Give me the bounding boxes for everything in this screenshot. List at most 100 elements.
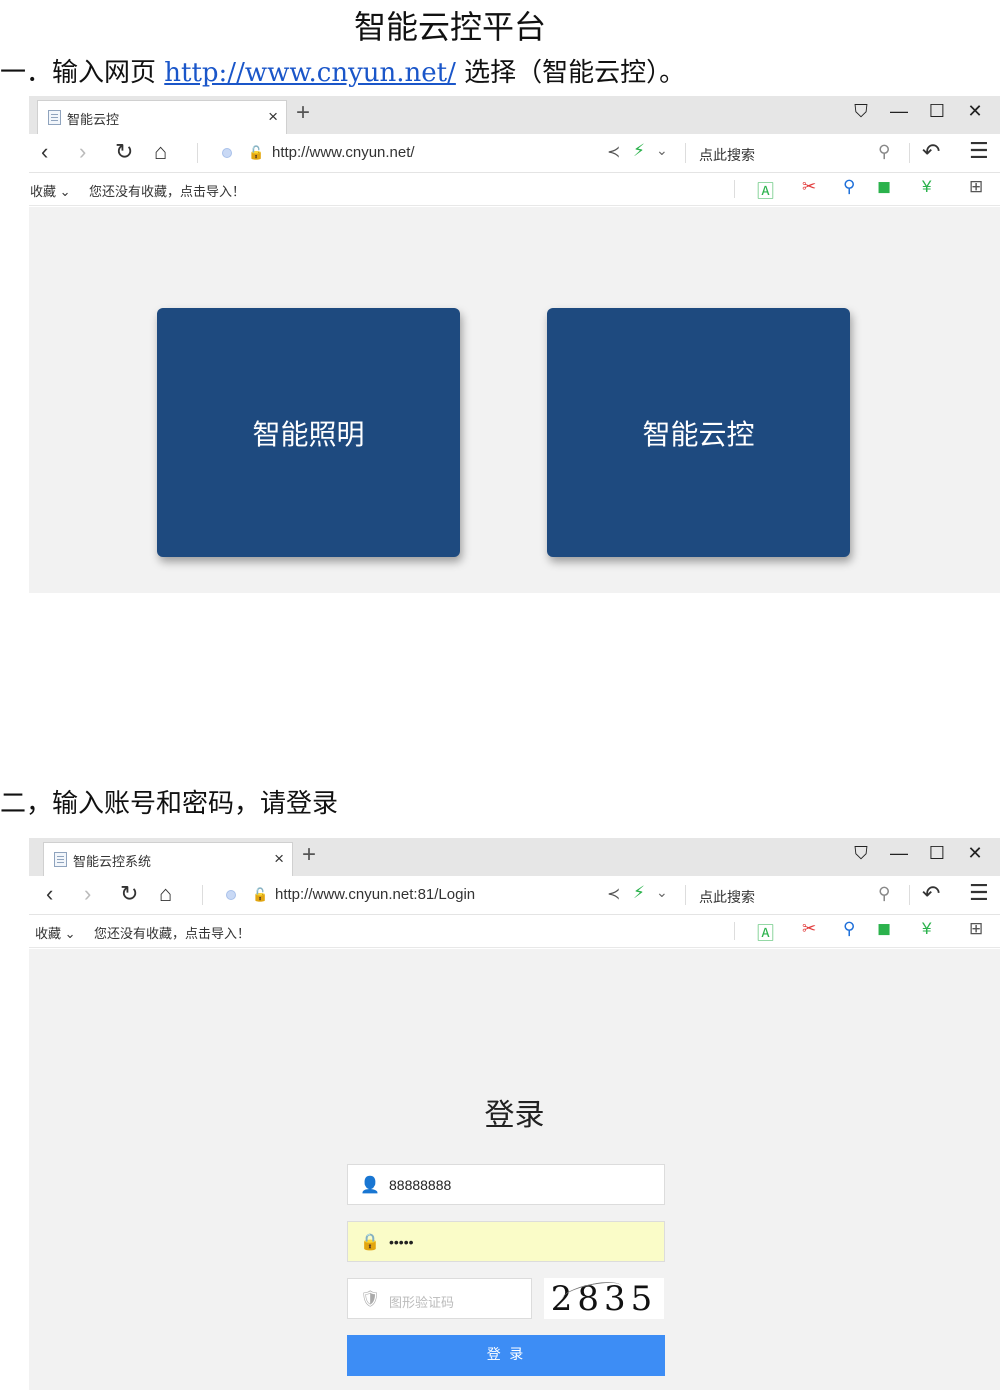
bookmarks-bar: 收藏 ⌄ 您还没有收藏，点击导入！ 🄰 ✂ ⚲ ◼ ¥ ⊞	[29, 915, 1000, 948]
password-field[interactable]: 🔒 •••••	[347, 1221, 665, 1262]
game-controller-icon[interactable]: ◼	[877, 919, 891, 939]
security-dot-icon	[226, 890, 236, 900]
page-icon	[54, 852, 67, 867]
step-one-prefix: 一．输入网页	[0, 58, 165, 88]
window-controls: ⛉ — ☐ ✕	[842, 843, 994, 864]
divider	[197, 143, 198, 163]
skin-icon[interactable]: ⛉	[842, 843, 880, 864]
navigation-bar: ‹ › ↻ ⌂ 🔓 http://www.cnyun.net:81/Login …	[29, 876, 1000, 915]
forward-icon[interactable]: ›	[79, 139, 86, 165]
captcha-input[interactable]: 🛡 图形验证码	[347, 1278, 532, 1319]
apps-grid-icon[interactable]: ⊞	[969, 919, 983, 939]
login-button[interactable]: 登 录	[347, 1335, 665, 1376]
share-icon[interactable]: ≺	[607, 884, 620, 904]
close-window-icon[interactable]: ✕	[956, 843, 994, 864]
browser-window-1: 智能云控 × + ⛉ — ☐ ✕ ‹ › ↻ ⌂ 🔓 http://www.cnyun…	[29, 96, 1000, 593]
menu-icon[interactable]: ☰	[969, 880, 989, 906]
step-one-instruction: 一．输入网页 http://www.cnyun.net/ 选择（智能云控）。	[0, 52, 685, 89]
refresh-icon[interactable]: ↻	[120, 881, 138, 907]
search-icon[interactable]: ⚲	[878, 884, 890, 904]
maximize-icon[interactable]: ☐	[918, 101, 956, 122]
search-icon[interactable]: ⚲	[878, 142, 890, 162]
undo-icon[interactable]: ↶	[922, 139, 940, 165]
minimize-icon[interactable]: —	[880, 843, 918, 864]
captcha-placeholder: 图形验证码	[389, 1295, 455, 1310]
chevron-down-icon[interactable]: ⌄	[656, 884, 668, 901]
tab-title: 智能云控	[67, 112, 120, 127]
close-tab-icon[interactable]: ×	[274, 849, 284, 869]
refresh-icon[interactable]: ↻	[115, 139, 133, 165]
tab-title: 智能云控系统	[73, 854, 152, 869]
divider	[202, 885, 203, 905]
title-bar: 智能云控 × + ⛉ — ☐ ✕	[29, 96, 1000, 134]
bookmarks-menu[interactable]: 收藏 ⌄	[35, 923, 76, 942]
skin-icon[interactable]: ⛉	[842, 101, 880, 122]
password-value: •••••	[389, 1234, 414, 1250]
title-bar: 智能云控系统 × + ⛉ — ☐ ✕	[29, 838, 1000, 876]
insecure-lock-icon[interactable]: 🔓	[248, 145, 264, 161]
divider	[734, 180, 735, 198]
undo-icon[interactable]: ↶	[922, 881, 940, 907]
window-controls: ⛉ — ☐ ✕	[842, 101, 994, 122]
shopping-shield-icon[interactable]: ¥	[922, 919, 931, 939]
divider	[909, 885, 910, 905]
login-page: 登录 👤 88888888 🔒 ••••• 🛡 图形验证码 2835 登 录	[29, 949, 1000, 1390]
translate-icon[interactable]: 🄰	[757, 177, 774, 202]
divider	[685, 885, 686, 905]
browser-tab[interactable]: 智能云控 ×	[37, 100, 287, 134]
game-controller-icon[interactable]: ◼	[877, 177, 891, 197]
address-bar[interactable]: http://www.cnyun.net/	[272, 144, 415, 161]
close-tab-icon[interactable]: ×	[268, 107, 278, 127]
navigation-bar: ‹ › ↻ ⌂ 🔓 http://www.cnyun.net/ ≺ ⚡ ⌄ 点此…	[29, 134, 1000, 173]
new-tab-icon[interactable]: +	[296, 99, 310, 127]
forward-icon[interactable]: ›	[84, 881, 91, 907]
browser-tab[interactable]: 智能云控系统 ×	[43, 842, 293, 876]
step-two-instruction: 二，输入账号和密码，请登录	[0, 789, 339, 819]
site-link[interactable]: http://www.cnyun.net/	[164, 58, 456, 88]
bookmarks-bar: 收藏 ⌄ 您还没有收藏，点击导入！ 🄰 ✂ ⚲ ◼ ¥ ⊞	[29, 173, 1000, 206]
shield-icon: 🛡	[360, 1291, 381, 1308]
login-title: 登录	[484, 1098, 545, 1133]
menu-icon[interactable]: ☰	[969, 138, 989, 164]
screenshot-scissors-icon[interactable]: ✂	[802, 919, 816, 939]
bookmarks-menu[interactable]: 收藏 ⌄	[30, 181, 71, 200]
divider	[734, 922, 735, 940]
user-icon: 👤	[360, 1177, 380, 1194]
divider	[685, 143, 686, 163]
divider	[909, 143, 910, 163]
username-field[interactable]: 👤 88888888	[347, 1164, 665, 1205]
apps-grid-icon[interactable]: ⊞	[969, 177, 983, 197]
security-dot-icon	[222, 148, 232, 158]
speed-mode-icon[interactable]: ⚡	[633, 141, 645, 161]
translate-icon[interactable]: 🄰	[757, 919, 774, 944]
import-bookmarks-link[interactable]: 您还没有收藏，点击导入！	[94, 923, 250, 942]
step-one-suffix: 选择（智能云控）。	[455, 58, 686, 88]
browser-window-2: 智能云控系统 × + ⛉ — ☐ ✕ ‹ › ↻ ⌂ 🔓 http://www.cny…	[29, 838, 1000, 1390]
search-input[interactable]: 点此搜索	[699, 145, 755, 165]
captcha-image[interactable]: 2835	[544, 1278, 664, 1319]
search-input[interactable]: 点此搜索	[699, 887, 755, 907]
smart-lighting-card[interactable]: 智能照明	[157, 308, 460, 557]
smart-cloud-control-card[interactable]: 智能云控	[547, 308, 850, 557]
close-window-icon[interactable]: ✕	[956, 101, 994, 122]
share-icon[interactable]: ≺	[607, 142, 620, 162]
page-icon	[48, 110, 61, 125]
shopping-shield-icon[interactable]: ¥	[922, 177, 931, 197]
home-icon[interactable]: ⌂	[154, 139, 167, 165]
chevron-down-icon[interactable]: ⌄	[656, 142, 668, 159]
minimize-icon[interactable]: —	[880, 101, 918, 122]
speed-mode-icon[interactable]: ⚡	[633, 883, 645, 903]
back-icon[interactable]: ‹	[41, 139, 48, 165]
magnifier-icon[interactable]: ⚲	[843, 919, 855, 939]
lock-icon: 🔒	[360, 1234, 380, 1251]
screenshot-scissors-icon[interactable]: ✂	[802, 177, 816, 197]
back-icon[interactable]: ‹	[46, 881, 53, 907]
import-bookmarks-link[interactable]: 您还没有收藏，点击导入！	[89, 181, 245, 200]
magnifier-icon[interactable]: ⚲	[843, 177, 855, 197]
page-viewport: 智能照明 智能云控	[29, 207, 1000, 593]
insecure-lock-icon[interactable]: 🔓	[252, 887, 268, 903]
new-tab-icon[interactable]: +	[302, 841, 316, 869]
maximize-icon[interactable]: ☐	[918, 843, 956, 864]
home-icon[interactable]: ⌂	[159, 881, 172, 907]
address-bar[interactable]: http://www.cnyun.net:81/Login	[275, 886, 475, 903]
